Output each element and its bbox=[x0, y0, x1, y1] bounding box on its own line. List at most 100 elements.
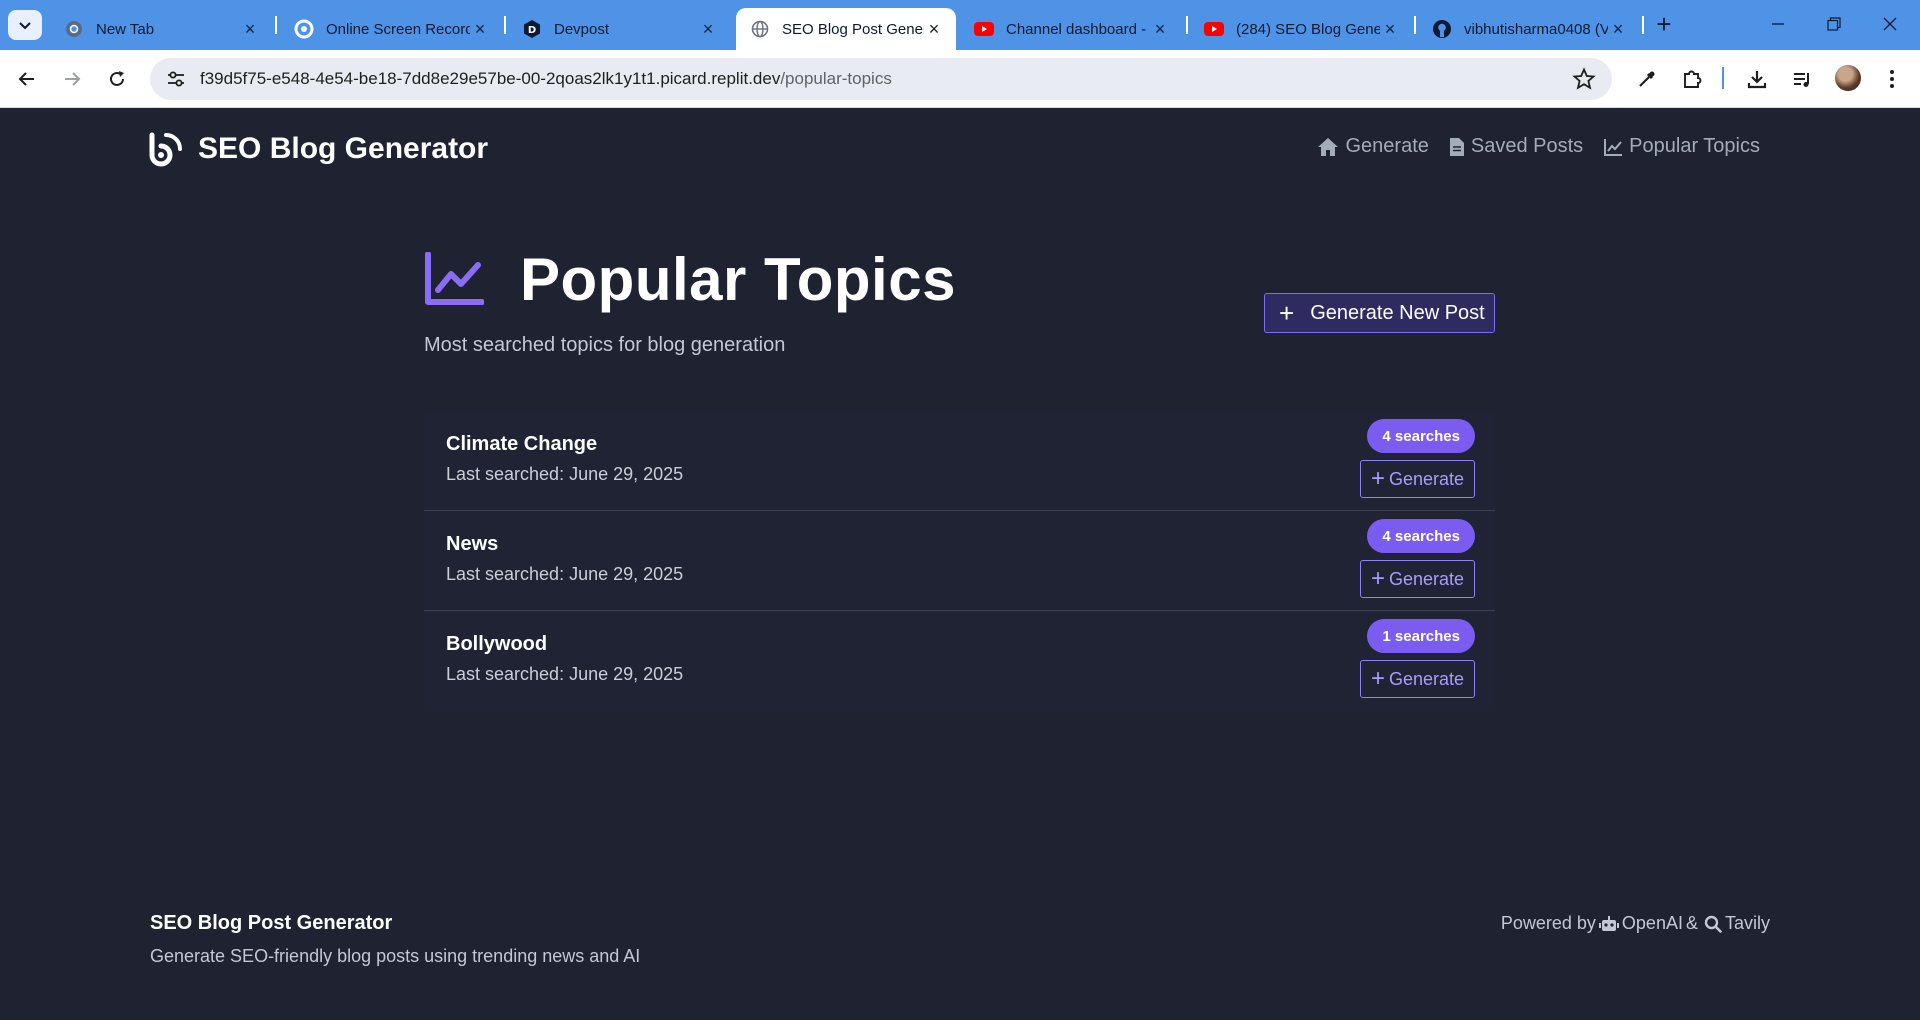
star-icon[interactable] bbox=[1572, 67, 1596, 91]
tab-new-tab[interactable]: New Tab × bbox=[50, 8, 272, 50]
nav-generate[interactable]: Generate bbox=[1317, 135, 1429, 158]
blogger-icon bbox=[149, 132, 182, 167]
topic-name: Climate Change bbox=[446, 433, 598, 455]
url-host: f39d5f75-e548-4e54-be18-7dd8e29e57be-00-… bbox=[200, 69, 781, 88]
youtube-icon bbox=[974, 19, 994, 39]
address-bar[interactable]: f39d5f75-e548-4e54-be18-7dd8e29e57be-00-… bbox=[150, 58, 1612, 100]
tab-seo-blog-post-generator[interactable]: SEO Blog Post Generator × bbox=[736, 8, 956, 50]
brand[interactable]: SEO Blog Generator bbox=[148, 129, 488, 169]
generate-new-post-label: Generate New Post bbox=[1310, 301, 1485, 324]
recorder-icon bbox=[294, 19, 314, 39]
eyedropper-icon bbox=[1639, 71, 1655, 87]
tab-youtube-seo-blog-generator[interactable]: (284) SEO Blog Generator × bbox=[1190, 8, 1412, 50]
tab-devpost[interactable]: D Devpost × bbox=[508, 8, 730, 50]
youtube-icon bbox=[1204, 19, 1224, 39]
nav-generate-label: Generate bbox=[1345, 135, 1429, 157]
tab-title: SEO Blog Post Generator bbox=[782, 20, 924, 38]
topic-list: Climate Change Last searched: June 29, 2… bbox=[424, 411, 1495, 711]
back-button[interactable] bbox=[10, 62, 44, 96]
tab-search-button[interactable] bbox=[8, 10, 42, 40]
browser-tab-bar: New Tab × Online Screen Recorder × D Dev… bbox=[0, 0, 1920, 50]
tab-online-screen-recorder[interactable]: Online Screen Recorder × bbox=[280, 8, 502, 50]
chevron-down-icon bbox=[19, 22, 31, 30]
close-icon[interactable]: × bbox=[1380, 19, 1400, 39]
topic-row: Bollywood Last searched: June 29, 2025 1… bbox=[424, 611, 1495, 711]
reload-icon bbox=[110, 71, 124, 86]
tab-title: Online Screen Recorder bbox=[326, 20, 470, 38]
generate-topic-button[interactable]: + Generate bbox=[1360, 560, 1475, 598]
close-icon[interactable]: × bbox=[470, 19, 490, 39]
tab-channel-dashboard[interactable]: Channel dashboard - YouTube × bbox=[960, 8, 1182, 50]
close-icon[interactable]: × bbox=[698, 19, 718, 39]
powered-by: Powered by OpenAI & Tavily bbox=[1501, 913, 1770, 934]
tab-title: (284) SEO Blog Generator bbox=[1236, 20, 1380, 38]
generate-new-post-button[interactable]: + Generate New Post bbox=[1264, 293, 1495, 333]
generate-topic-button[interactable]: + Generate bbox=[1360, 660, 1475, 698]
puzzle-icon bbox=[1684, 70, 1702, 88]
topic-last-searched: Last searched: June 29, 2025 bbox=[446, 564, 684, 584]
url-text: f39d5f75-e548-4e54-be18-7dd8e29e57be-00-… bbox=[200, 69, 892, 89]
topic-name: News bbox=[446, 533, 499, 555]
downloads-button[interactable] bbox=[1742, 64, 1772, 94]
powered-by-prefix: Powered by bbox=[1500, 913, 1596, 933]
topic-name: Bollywood bbox=[446, 633, 548, 655]
globe-icon bbox=[750, 19, 770, 39]
toolbar-divider bbox=[1722, 67, 1724, 89]
tab-separator bbox=[1414, 16, 1416, 34]
tab-github-profile[interactable]: vibhutisharma0408 (Vibhuti) × bbox=[1418, 8, 1640, 50]
arrow-right-icon bbox=[65, 72, 81, 86]
generate-topic-button[interactable]: + Generate bbox=[1360, 460, 1475, 498]
reload-button[interactable] bbox=[100, 62, 134, 96]
topic-last-searched: Last searched: June 29, 2025 bbox=[446, 464, 684, 484]
page-content: SEO Blog Generator Generate Saved Posts … bbox=[0, 109, 1920, 1020]
eyedropper-button[interactable] bbox=[1632, 64, 1662, 94]
generate-topic-label: Generate bbox=[1388, 668, 1465, 689]
plus-icon: + bbox=[1370, 565, 1385, 592]
robot-icon bbox=[1598, 915, 1619, 931]
url-path: /popular-topics bbox=[780, 69, 892, 88]
search-icon bbox=[1704, 915, 1722, 933]
devpost-icon: D bbox=[522, 19, 542, 39]
provider-openai: OpenAI bbox=[1621, 913, 1683, 933]
window-close-button[interactable] bbox=[1862, 8, 1918, 40]
playlist-icon bbox=[1794, 73, 1809, 87]
close-icon[interactable]: × bbox=[924, 19, 944, 39]
search-count-badge: 4 searches bbox=[1367, 519, 1475, 553]
tab-title: vibhutisharma0408 (Vibhuti) bbox=[1464, 20, 1608, 38]
generate-topic-label: Generate bbox=[1388, 468, 1465, 489]
restore-button[interactable] bbox=[1806, 8, 1862, 40]
forward-button[interactable] bbox=[55, 62, 89, 96]
topic-row: Climate Change Last searched: June 29, 2… bbox=[424, 411, 1495, 511]
nav-saved-posts[interactable]: Saved Posts bbox=[1449, 135, 1583, 158]
close-icon bbox=[1883, 17, 1897, 31]
browser-menu-button[interactable] bbox=[1877, 64, 1907, 94]
nav-saved-posts-label: Saved Posts bbox=[1470, 135, 1584, 157]
brand-title: SEO Blog Generator bbox=[198, 132, 489, 165]
footer-title: SEO Blog Post Generator bbox=[150, 912, 393, 934]
close-icon[interactable]: × bbox=[240, 19, 260, 39]
download-icon bbox=[1747, 71, 1767, 89]
powered-by-separator: & bbox=[1685, 913, 1698, 933]
profile-avatar[interactable] bbox=[1835, 65, 1861, 91]
document-icon bbox=[1449, 137, 1464, 156]
tab-title: Channel dashboard - YouTube bbox=[1006, 20, 1150, 38]
topic-last-searched: Last searched: June 29, 2025 bbox=[446, 664, 684, 684]
new-tab-button[interactable]: + bbox=[1650, 11, 1678, 39]
footer-description: Generate SEO-friendly blog posts using t… bbox=[150, 946, 641, 966]
topic-row: News Last searched: June 29, 2025 4 sear… bbox=[424, 511, 1495, 611]
tab-separator bbox=[275, 16, 277, 34]
close-icon[interactable]: × bbox=[1150, 19, 1170, 39]
nav-popular-topics[interactable]: Popular Topics bbox=[1603, 135, 1760, 158]
line-chart-icon bbox=[1604, 138, 1623, 156]
plus-icon: + bbox=[1279, 298, 1295, 328]
close-icon[interactable]: × bbox=[1608, 19, 1628, 39]
github-icon bbox=[1432, 19, 1452, 39]
minimize-button[interactable] bbox=[1750, 8, 1806, 40]
tune-icon bbox=[168, 71, 184, 87]
page-heading: Popular Topics Most searched topics for … bbox=[424, 245, 956, 357]
media-controls-button[interactable] bbox=[1787, 64, 1817, 94]
extensions-button[interactable] bbox=[1677, 64, 1707, 94]
site-info-button[interactable] bbox=[156, 64, 196, 94]
generate-topic-label: Generate bbox=[1388, 568, 1465, 589]
provider-tavily: Tavily bbox=[1724, 913, 1770, 933]
